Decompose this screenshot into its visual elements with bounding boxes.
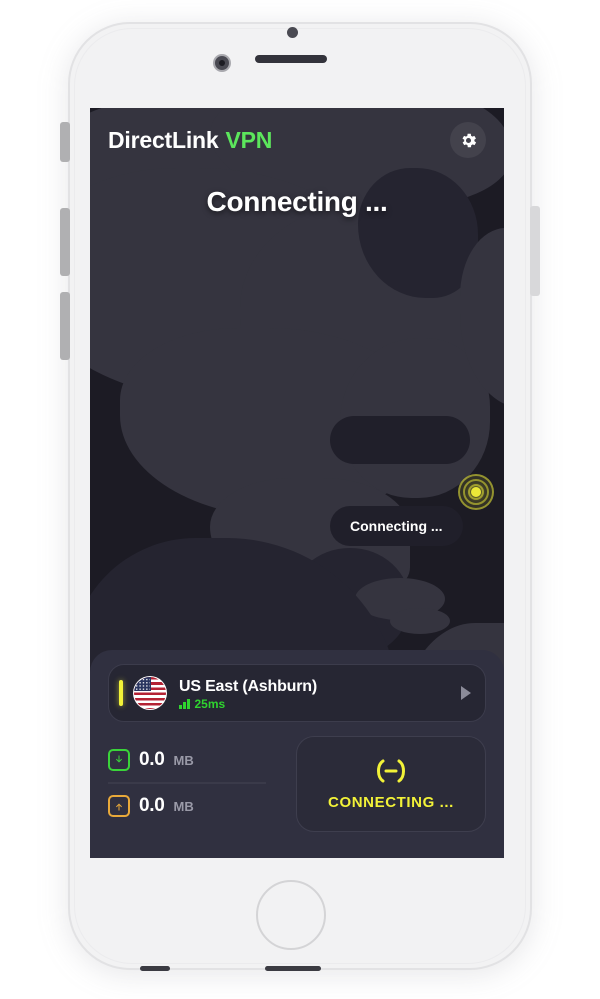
server-info: US East (Ashburn) 25ms	[179, 677, 461, 711]
phone-screen: DirectLink VPN Connecting ... Connecting …	[90, 108, 504, 858]
charging-port	[265, 966, 321, 971]
earpiece-speaker	[255, 55, 327, 63]
phone-power-button[interactable]	[530, 206, 540, 296]
app-brand: DirectLink VPN	[108, 127, 272, 154]
signal-bars-icon	[179, 698, 190, 709]
connect-button[interactable]: CONNECTING ...	[296, 736, 486, 832]
us-flag-icon	[133, 676, 167, 710]
panel-lower: 0.0 MB 0.0 MB CONNECTING ...	[108, 736, 486, 832]
server-location-marker[interactable]	[458, 474, 494, 510]
server-ping-line: 25ms	[179, 696, 461, 711]
brand-name-accent: VPN	[225, 126, 273, 153]
server-active-accent-bar	[119, 680, 123, 706]
connection-status-headline: Connecting ...	[206, 186, 388, 217]
server-selector-row[interactable]: US East (Ashburn) 25ms	[108, 664, 486, 722]
bottom-panel: US East (Ashburn) 25ms 0.0 MB 0.0 MB CON…	[90, 650, 504, 858]
phone-mute-switch[interactable]	[60, 122, 70, 162]
download-unit: MB	[173, 752, 194, 768]
app-header: DirectLink VPN	[90, 108, 504, 172]
server-name-label: US East (Ashburn)	[179, 677, 317, 695]
phone-volume-up-button[interactable]	[60, 208, 70, 276]
map-landmass-antilles	[390, 608, 450, 634]
download-stat-row: 0.0 MB	[108, 738, 280, 782]
front-camera	[213, 54, 231, 72]
flag-canton	[134, 677, 151, 691]
chevron-right-icon[interactable]	[461, 686, 471, 700]
connect-button-label: CONNECTING ...	[328, 793, 454, 811]
brand-name-primary: DirectLink	[108, 126, 219, 153]
upload-icon	[108, 795, 130, 817]
settings-button[interactable]	[450, 122, 486, 158]
upload-unit: MB	[173, 798, 194, 814]
map-pill-placeholder	[330, 416, 470, 464]
server-ping-label: 25ms	[194, 696, 226, 711]
gear-icon	[461, 133, 476, 147]
home-button[interactable]	[256, 880, 326, 950]
screenshot-root: DirectLink VPN Connecting ... Connecting …	[0, 0, 600, 999]
proximity-sensor	[287, 27, 298, 38]
upload-value: 0.0	[139, 795, 165, 816]
marker-dot	[471, 487, 481, 497]
power-connecting-icon	[377, 759, 405, 782]
map-status-tooltip: Connecting ...	[330, 506, 463, 546]
download-icon	[108, 749, 130, 771]
download-value: 0.0	[139, 749, 165, 770]
phone-volume-down-button[interactable]	[60, 292, 70, 360]
upload-stat-row: 0.0 MB	[108, 784, 280, 828]
traffic-stats: 0.0 MB 0.0 MB	[108, 736, 280, 832]
speaker-grille-left	[140, 966, 170, 971]
